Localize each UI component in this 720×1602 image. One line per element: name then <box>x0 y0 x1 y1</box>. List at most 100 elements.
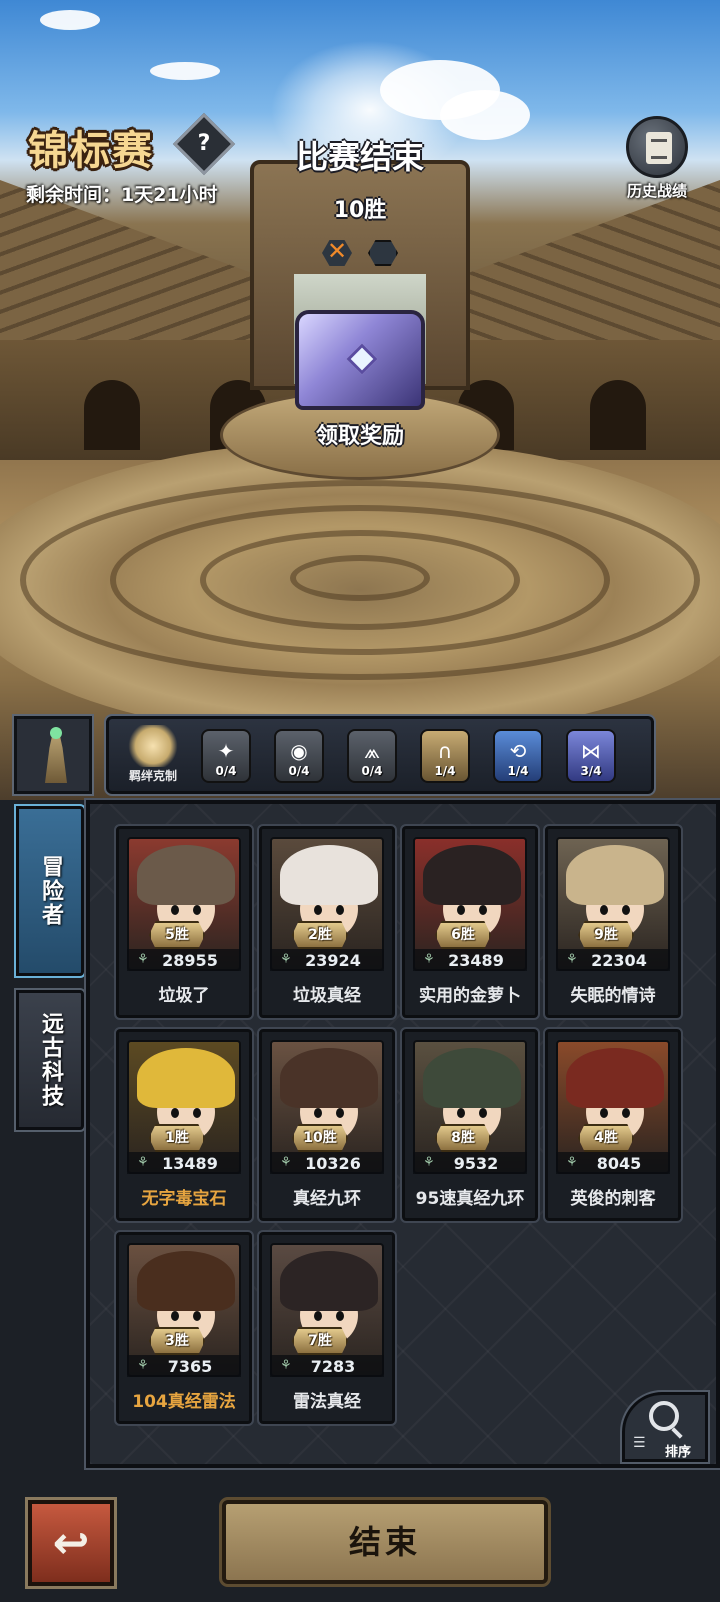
synergy-badge-icon: ⩕ 0/4 <box>347 729 397 783</box>
synergy-badge-icon: ∩ 1/4 <box>420 729 470 783</box>
hero-win-badge: 9胜 <box>578 921 634 949</box>
hero-eye <box>336 1108 344 1118</box>
hero-power: 9532 <box>453 1154 499 1173</box>
hero-eye <box>171 1108 179 1118</box>
synergy-count: 0/4 <box>361 764 383 778</box>
hero-power: 28955 <box>162 951 218 970</box>
synergy-badge-icon: ✦ 0/4 <box>201 729 251 783</box>
rock-paper-scissors-icon <box>125 725 181 767</box>
synergy-item[interactable]: ⟲ 1/4 <box>491 729 545 787</box>
synergy-glyph-icon: ✦ <box>217 739 235 763</box>
tower-icon <box>45 733 67 783</box>
hero-card[interactable]: 9胜 ⚘ 22304 失眠的情诗 <box>543 824 683 1020</box>
hero-win-badge: 8胜 <box>435 1124 491 1152</box>
hero-eye <box>314 1108 322 1118</box>
hero-power: 10326 <box>305 1154 361 1173</box>
floor-ring <box>290 555 430 601</box>
hero-power-row: ⚘ 7365 <box>127 1355 241 1377</box>
hero-power: 7283 <box>310 1357 356 1376</box>
hero-eye <box>193 905 201 915</box>
synergy-item[interactable]: ⋈ 3/4 <box>564 729 618 787</box>
synergy-badge-icon: ⟲ 1/4 <box>493 729 543 783</box>
hero-name: 垃圾真经 <box>293 986 361 1006</box>
hero-power-row: ⚘ 13489 <box>127 1152 241 1174</box>
hero-eye <box>336 1311 344 1321</box>
hero-hair <box>566 845 664 905</box>
synergy-badge-icon: ⋈ 3/4 <box>566 729 616 783</box>
hero-eye <box>193 1108 201 1118</box>
synergy-item[interactable]: ∩ 1/4 <box>418 729 472 787</box>
hero-power: 8045 <box>596 1154 642 1173</box>
hero-eye <box>457 905 465 915</box>
history-label: 历史战绩 <box>626 182 687 200</box>
hero-card[interactable]: 8胜 ⚘ 9532 95速真经九环 <box>400 1027 540 1223</box>
hero-eye <box>171 1311 179 1321</box>
claim-reward-label[interactable]: 领取奖励 <box>0 418 720 450</box>
hero-card[interactable]: 10胜 ⚘ 10326 真经九环 <box>257 1027 397 1223</box>
synergy-glyph-icon: ◉ <box>290 739 308 763</box>
synergy-count: 0/4 <box>215 764 237 778</box>
hero-win-badge: 3胜 <box>149 1327 205 1355</box>
hero-win-badge: 7胜 <box>292 1327 348 1355</box>
hero-card[interactable]: 7胜 ⚘ 7283 雷法真经 <box>257 1230 397 1426</box>
hero-name: 英俊的刺客 <box>570 1189 656 1209</box>
sort-label: 排序 <box>665 1445 692 1460</box>
hero-name: 104真经雷法 <box>132 1392 236 1412</box>
hero-card[interactable]: 6胜 ⚘ 23489 实用的金萝卜 <box>400 824 540 1020</box>
history-button[interactable]: 历史战绩 <box>620 116 694 201</box>
hero-power: 13489 <box>162 1154 218 1173</box>
hero-card[interactable]: 5胜 ⚘ 28955 垃圾了 <box>114 824 254 1020</box>
hero-hair <box>280 845 378 905</box>
hero-hair <box>423 1048 521 1108</box>
sort-button[interactable]: ☰ 排序 <box>620 1390 710 1464</box>
hero-eye <box>479 905 487 915</box>
hero-eye <box>457 1108 465 1118</box>
tab-ancient-tech[interactable]: 远古科技 <box>14 988 86 1132</box>
hero-eye <box>600 1108 608 1118</box>
back-button[interactable]: ↩ <box>25 1497 117 1589</box>
synergy-item[interactable]: ✦ 0/4 <box>199 729 253 787</box>
synergy-item[interactable]: ◉ 0/4 <box>272 729 326 787</box>
tab-adventurers[interactable]: 冒险者 <box>14 804 86 978</box>
reward-chest[interactable] <box>295 310 425 410</box>
hero-win-badge: 5胜 <box>149 921 205 949</box>
tab-adventurers-label: 冒险者 <box>38 855 63 927</box>
hero-eye <box>314 905 322 915</box>
hero-power-row: ⚘ 22304 <box>556 949 670 971</box>
hero-eye <box>193 1311 201 1321</box>
magnifier-icon <box>649 1401 679 1431</box>
hero-eye <box>600 905 608 915</box>
tower-button[interactable] <box>12 714 94 796</box>
hero-power-row: ⚘ 7283 <box>270 1355 384 1377</box>
hero-win-badge: 2胜 <box>292 921 348 949</box>
hero-hair <box>280 1048 378 1108</box>
tab-ancient-tech-label: 远古科技 <box>38 1012 63 1108</box>
hero-power: 23489 <box>448 951 504 970</box>
synergy-item[interactable]: ⩕ 0/4 <box>345 729 399 787</box>
hero-card[interactable]: 1胜 ⚘ 13489 无字毒宝石 <box>114 1027 254 1223</box>
hero-name: 95速真经九环 <box>415 1189 525 1209</box>
hero-power: 7365 <box>167 1357 213 1376</box>
hero-power-row: ⚘ 23489 <box>413 949 527 971</box>
hero-card[interactable]: 3胜 ⚘ 7365 104真经雷法 <box>114 1230 254 1426</box>
hero-card[interactable]: 4胜 ⚘ 8045 英俊的刺客 <box>543 1027 683 1223</box>
hero-power-row: ⚘ 23924 <box>270 949 384 971</box>
synergy-glyph-icon: ⟲ <box>509 739 527 763</box>
scroll-icon <box>626 116 688 178</box>
hero-eye <box>622 1108 630 1118</box>
hero-eye <box>171 905 179 915</box>
hero-name: 垃圾了 <box>158 986 210 1006</box>
synergy-counter-button[interactable]: 羁绊克制 <box>121 725 185 784</box>
hero-hair <box>137 1251 235 1311</box>
hero-hair <box>137 845 235 905</box>
match-status: 比赛结束 <box>295 138 424 176</box>
end-button[interactable]: 结束 <box>219 1497 551 1587</box>
synergy-count: 1/4 <box>507 764 529 778</box>
hero-eye <box>314 1311 322 1321</box>
hero-hair <box>280 1251 378 1311</box>
win-count: 10胜 <box>333 198 387 223</box>
roster-panel: 5胜 ⚘ 28955 垃圾了 2胜 ⚘ 23924 垃圾真经 6胜 ⚘ 23489 实用的金萝卜 9胜 ⚘… <box>84 798 720 1470</box>
hero-card[interactable]: 2胜 ⚘ 23924 垃圾真经 <box>257 824 397 1020</box>
hero-power-row: ⚘ 9532 <box>413 1152 527 1174</box>
synergy-count: 1/4 <box>434 764 456 778</box>
